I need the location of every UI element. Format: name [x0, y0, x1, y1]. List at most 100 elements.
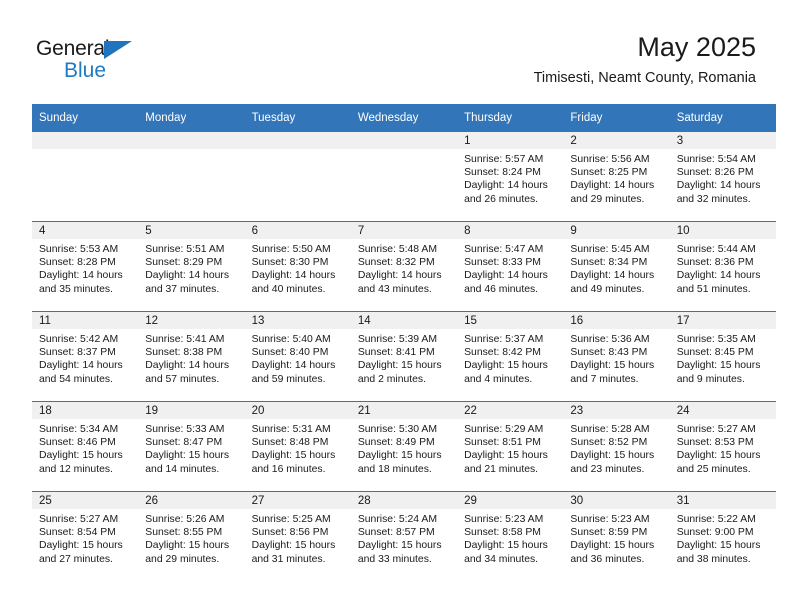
- sunset-text: Sunset: 9:00 PM: [676, 527, 754, 539]
- sunset-text: Sunset: 8:34 PM: [570, 257, 648, 269]
- calendar-day-cell[interactable]: 13 Sunrise: 5:40 AM Sunset: 8:40 PM Dayligh…: [244, 311, 351, 402]
- calendar-day-cell[interactable]: 11 Sunrise: 5:42 AM Sunset: 8:37 PM Dayligh…: [32, 311, 139, 402]
- daylight-text: Daylight: 15 hours and 33 minutes.: [357, 540, 442, 565]
- calendar-day-cell[interactable]: 27 Sunrise: 5:25 AM Sunset: 8:56 PM Dayligh…: [244, 491, 351, 581]
- weekday-header-monday: Monday: [138, 104, 245, 132]
- calendar-cell-inner: 19 Sunrise: 5:33 AM Sunset: 8:47 PM Dayligh…: [138, 402, 245, 491]
- calendar-cell-inner: 6 Sunrise: 5:50 AM Sunset: 8:30 PM Daylight…: [244, 222, 351, 311]
- sunrise-text: Sunrise: 5:44 AM: [676, 244, 756, 255]
- sunset-text: Sunset: 8:29 PM: [145, 257, 223, 269]
- calendar-cell-inner: 11 Sunrise: 5:42 AM Sunset: 8:37 PM Dayligh…: [32, 312, 139, 401]
- sunrise-text: Sunrise: 5:45 AM: [570, 244, 650, 255]
- calendar-day-cell[interactable]: 24 Sunrise: 5:27 AM Sunset: 8:53 PM Dayligh…: [669, 401, 776, 492]
- calendar-cell-inner: 10 Sunrise: 5:44 AM Sunset: 8:36 PM Dayligh…: [669, 222, 776, 311]
- sunset-text: Sunset: 8:58 PM: [464, 527, 541, 539]
- sunset-text: Sunset: 8:59 PM: [570, 527, 648, 539]
- calendar-cell-inner: 12 Sunrise: 5:41 AM Sunset: 8:38 PM Dayligh…: [138, 312, 245, 401]
- daylight-text: Daylight: 14 hours and 32 minutes.: [676, 180, 761, 205]
- day-number: [244, 132, 351, 149]
- calendar-day-cell[interactable]: 6 Sunrise: 5:50 AM Sunset: 8:30 PM Daylight…: [244, 221, 351, 312]
- day-number: 9: [563, 222, 670, 239]
- daylight-text: Daylight: 15 hours and 12 minutes.: [39, 450, 123, 475]
- calendar-day-cell[interactable]: 28 Sunrise: 5:24 AM Sunset: 8:57 PM Dayligh…: [350, 491, 458, 581]
- day-number: 4: [32, 222, 139, 239]
- calendar-day-cell[interactable]: 8 Sunrise: 5:47 AM Sunset: 8:33 PM Daylight…: [457, 221, 564, 312]
- daylight-text: Daylight: 15 hours and 29 minutes.: [145, 540, 230, 565]
- sunrise-text: Sunrise: 5:33 AM: [145, 424, 225, 435]
- day-details: Sunrise: 5:42 AM Sunset: 8:37 PM Daylight:…: [32, 329, 138, 386]
- calendar-day-cell[interactable]: 12 Sunrise: 5:41 AM Sunset: 8:38 PM Dayligh…: [138, 311, 245, 402]
- day-number: 2: [563, 132, 670, 149]
- day-number: 31: [669, 492, 776, 509]
- calendar-day-cell[interactable]: 5 Sunrise: 5:51 AM Sunset: 8:29 PM Daylight…: [138, 221, 245, 312]
- sunrise-text: Sunrise: 5:25 AM: [251, 514, 331, 525]
- weekday-header-sunday: Sunday: [32, 104, 139, 132]
- day-number: 17: [669, 312, 776, 329]
- sunrise-text: Sunrise: 5:57 AM: [464, 154, 544, 165]
- daylight-text: Daylight: 15 hours and 9 minutes.: [676, 360, 761, 385]
- calendar-day-cell[interactable]: 17 Sunrise: 5:35 AM Sunset: 8:45 PM Dayligh…: [669, 311, 776, 402]
- day-number: [350, 132, 458, 149]
- daylight-text: Daylight: 15 hours and 23 minutes.: [570, 450, 655, 475]
- calendar-cell-empty: [138, 132, 245, 222]
- calendar-cell-inner: 16 Sunrise: 5:36 AM Sunset: 8:43 PM Dayligh…: [563, 312, 670, 401]
- calendar-day-cell[interactable]: 14 Sunrise: 5:39 AM Sunset: 8:41 PM Dayligh…: [350, 311, 458, 402]
- calendar-day-cell[interactable]: 25 Sunrise: 5:27 AM Sunset: 8:54 PM Dayligh…: [32, 491, 139, 581]
- calendar-day-cell[interactable]: 4 Sunrise: 5:53 AM Sunset: 8:28 PM Daylight…: [32, 221, 139, 312]
- calendar-day-cell[interactable]: 20 Sunrise: 5:31 AM Sunset: 8:48 PM Dayligh…: [244, 401, 351, 492]
- sunrise-text: Sunrise: 5:29 AM: [464, 424, 544, 435]
- sunset-text: Sunset: 8:57 PM: [357, 527, 435, 539]
- calendar-day-cell[interactable]: 16 Sunrise: 5:36 AM Sunset: 8:43 PM Dayligh…: [563, 311, 670, 402]
- sunset-text: Sunset: 8:55 PM: [145, 527, 223, 539]
- sunrise-text: Sunrise: 5:37 AM: [464, 334, 544, 345]
- day-number: 19: [138, 402, 245, 419]
- sunrise-text: Sunrise: 5:35 AM: [676, 334, 756, 345]
- calendar-cell-inner: 1 Sunrise: 5:57 AM Sunset: 8:24 PM Daylight…: [457, 132, 564, 221]
- calendar-day-cell[interactable]: 2 Sunrise: 5:56 AM Sunset: 8:25 PM Daylight…: [563, 132, 670, 222]
- sunrise-text: Sunrise: 5:51 AM: [145, 244, 225, 255]
- logo-triangle-icon: [104, 41, 132, 59]
- calendar-day-cell[interactable]: 15 Sunrise: 5:37 AM Sunset: 8:42 PM Dayligh…: [457, 311, 564, 402]
- sunset-text: Sunset: 8:54 PM: [39, 527, 116, 539]
- calendar-day-cell[interactable]: 10 Sunrise: 5:44 AM Sunset: 8:36 PM Dayligh…: [669, 221, 776, 312]
- day-details: Sunrise: 5:47 AM Sunset: 8:33 PM Daylight:…: [457, 239, 563, 296]
- calendar-day-cell[interactable]: 22 Sunrise: 5:29 AM Sunset: 8:51 PM Dayligh…: [457, 401, 564, 492]
- sunrise-text: Sunrise: 5:34 AM: [39, 424, 119, 435]
- calendar-day-cell[interactable]: 18 Sunrise: 5:34 AM Sunset: 8:46 PM Dayligh…: [32, 401, 139, 492]
- calendar-cell-inner: 18 Sunrise: 5:34 AM Sunset: 8:46 PM Dayligh…: [32, 402, 139, 491]
- calendar-day-cell[interactable]: 29 Sunrise: 5:23 AM Sunset: 8:58 PM Dayligh…: [457, 491, 564, 581]
- calendar-day-cell[interactable]: 9 Sunrise: 5:45 AM Sunset: 8:34 PM Daylight…: [563, 221, 670, 312]
- sunrise-text: Sunrise: 5:31 AM: [251, 424, 331, 435]
- day-number: 14: [350, 312, 458, 329]
- calendar-day-cell[interactable]: 21 Sunrise: 5:30 AM Sunset: 8:49 PM Dayligh…: [350, 401, 458, 492]
- day-details: Sunrise: 5:48 AM Sunset: 8:32 PM Daylight:…: [351, 239, 457, 296]
- calendar-day-cell[interactable]: 30 Sunrise: 5:23 AM Sunset: 8:59 PM Dayligh…: [563, 491, 670, 581]
- calendar-day-cell[interactable]: 26 Sunrise: 5:26 AM Sunset: 8:55 PM Dayligh…: [138, 491, 245, 581]
- sunrise-text: Sunrise: 5:28 AM: [570, 424, 650, 435]
- calendar-cell-inner: 23 Sunrise: 5:28 AM Sunset: 8:52 PM Dayligh…: [563, 402, 670, 491]
- daylight-text: Daylight: 15 hours and 31 minutes.: [251, 540, 336, 565]
- calendar-day-cell[interactable]: 23 Sunrise: 5:28 AM Sunset: 8:52 PM Dayligh…: [563, 401, 670, 492]
- calendar-cell-inner: 7 Sunrise: 5:48 AM Sunset: 8:32 PM Daylight…: [350, 222, 458, 311]
- day-details: Sunrise: 5:35 AM Sunset: 8:45 PM Daylight:…: [670, 329, 776, 386]
- day-number: 18: [32, 402, 139, 419]
- calendar-day-cell[interactable]: 3 Sunrise: 5:54 AM Sunset: 8:26 PM Daylight…: [669, 132, 776, 222]
- sunset-text: Sunset: 8:24 PM: [464, 167, 541, 179]
- calendar-page: General Blue May 2025 Timisesti, Neamt C…: [0, 0, 792, 612]
- calendar-cell-inner: 26 Sunrise: 5:26 AM Sunset: 8:55 PM Dayligh…: [138, 492, 245, 581]
- calendar-cell-inner: [244, 132, 351, 221]
- sunset-text: Sunset: 8:56 PM: [251, 527, 329, 539]
- calendar-week-row: 1 Sunrise: 5:57 AM Sunset: 8:24 PM Daylight…: [32, 132, 776, 222]
- calendar-cell-inner: 9 Sunrise: 5:45 AM Sunset: 8:34 PM Daylight…: [563, 222, 670, 311]
- calendar-header-row: Sunday Monday Tuesday Wednesday Thursday…: [32, 104, 776, 132]
- calendar-day-cell[interactable]: 31 Sunrise: 5:22 AM Sunset: 9:00 PM Dayligh…: [669, 491, 776, 581]
- daylight-text: Daylight: 15 hours and 21 minutes.: [464, 450, 548, 475]
- calendar-day-cell[interactable]: 1 Sunrise: 5:57 AM Sunset: 8:24 PM Daylight…: [457, 132, 564, 222]
- calendar-cell-inner: 29 Sunrise: 5:23 AM Sunset: 8:58 PM Dayligh…: [457, 492, 564, 581]
- day-number: 8: [457, 222, 564, 239]
- calendar-day-cell[interactable]: 7 Sunrise: 5:48 AM Sunset: 8:32 PM Daylight…: [350, 221, 458, 312]
- calendar-day-cell[interactable]: 19 Sunrise: 5:33 AM Sunset: 8:47 PM Dayligh…: [138, 401, 245, 492]
- calendar-cell-empty: [350, 132, 458, 222]
- day-details: Sunrise: 5:39 AM Sunset: 8:41 PM Daylight:…: [351, 329, 457, 386]
- day-number: [138, 132, 245, 149]
